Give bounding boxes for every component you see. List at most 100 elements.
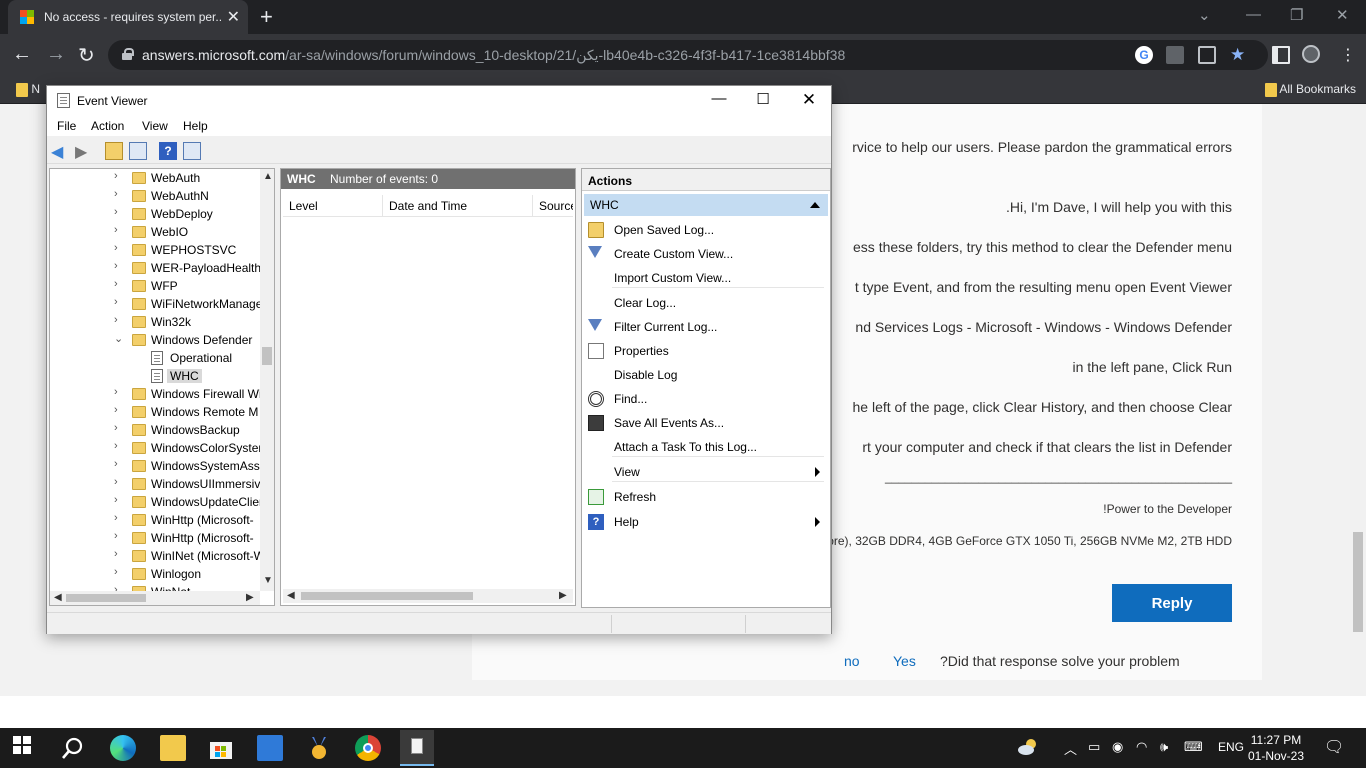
tab-search-icon[interactable]: ⌄	[1198, 6, 1211, 24]
helpful-yes-link[interactable]: Yes	[893, 653, 916, 669]
microsoft-store-icon[interactable]	[208, 735, 234, 761]
tree-item[interactable]: › WebAuth	[50, 169, 262, 187]
maximize-icon[interactable]: ☐	[743, 90, 783, 112]
tree-item[interactable]: Operational	[50, 349, 262, 367]
clock[interactable]: 11:27 PM 01-Nov-23	[1248, 732, 1304, 764]
google-icon[interactable]: G	[1135, 46, 1153, 64]
weather-icon[interactable]	[1016, 735, 1040, 759]
action-item[interactable]: Properties	[584, 340, 828, 362]
mail-icon[interactable]	[257, 735, 283, 761]
new-tab-button[interactable]: +	[260, 4, 273, 30]
volume-icon[interactable]: 🕪	[1160, 739, 1168, 755]
tree-horizontal-scrollbar[interactable]: ◀ ▶	[50, 591, 260, 605]
chevron-right-icon[interactable]: ›	[114, 422, 118, 434]
chevron-right-icon[interactable]: ›	[114, 494, 118, 506]
scrollbar-thumb[interactable]	[301, 592, 473, 600]
reload-button[interactable]: ↻	[78, 43, 95, 68]
action-item[interactable]: View	[584, 461, 828, 483]
chevron-right-icon[interactable]: ›	[114, 548, 118, 560]
file-explorer-icon[interactable]	[160, 735, 186, 761]
up-folder-icon[interactable]	[105, 142, 123, 160]
forward-arrow-icon[interactable]: ▶	[75, 142, 93, 161]
scrollbar-thumb[interactable]	[1353, 532, 1363, 632]
tree-item[interactable]: › WEPHOSTSVC	[50, 241, 262, 259]
chevron-right-icon[interactable]: ›	[114, 440, 118, 452]
tree-item[interactable]: › WinINet (Microsoft-W	[50, 547, 262, 565]
close-window-icon[interactable]: ✕	[1336, 6, 1349, 24]
translate-icon[interactable]	[1166, 46, 1184, 64]
menu-view[interactable]: View	[142, 119, 168, 133]
address-bar[interactable]: answers.microsoft.com/ar-sa/windows/foru…	[108, 40, 1268, 70]
tree-item[interactable]: › WER-PayloadHealth	[50, 259, 262, 277]
chrome-icon[interactable]	[355, 735, 381, 761]
chevron-right-icon[interactable]: ›	[114, 296, 118, 308]
tree-item[interactable]: ⌄ Windows Defender	[50, 331, 262, 349]
action-item[interactable]: Attach a Task To this Log...	[584, 436, 828, 458]
medal-app-icon[interactable]	[306, 735, 332, 761]
action-item[interactable]: Save All Events As...	[584, 412, 828, 434]
show-hide-tree-icon[interactable]	[129, 142, 147, 160]
tree-item[interactable]: › WinHttp (Microsoft-	[50, 529, 262, 547]
tree-item[interactable]: › WebIO	[50, 223, 262, 241]
keyboard-icon[interactable]: ⌨	[1184, 739, 1203, 755]
minimize-icon[interactable]: —	[1246, 6, 1261, 23]
tree-item[interactable]: › Win32k	[50, 313, 262, 331]
events-horizontal-scrollbar[interactable]: ◀ ▶	[283, 589, 573, 603]
action-item[interactable]: Create Custom View...	[584, 243, 828, 265]
tree-vertical-scrollbar[interactable]: ▲ ▼	[260, 169, 274, 591]
minimize-icon[interactable]: —	[699, 90, 739, 112]
column-source[interactable]: Source	[533, 195, 573, 217]
action-item[interactable]: Clear Log...	[584, 292, 828, 314]
tree-item[interactable]: › WindowsSystemAssessment	[50, 457, 262, 475]
bookmark-star-icon[interactable]: ★	[1230, 46, 1248, 64]
event-viewer-taskbar-icon[interactable]	[400, 730, 434, 766]
chevron-right-icon[interactable]: ›	[114, 476, 118, 488]
close-icon[interactable]: ✕	[789, 90, 829, 112]
menu-action[interactable]: Action	[91, 119, 124, 133]
notifications-icon[interactable]: 🗨	[1324, 737, 1344, 757]
chevron-right-icon[interactable]: ›	[114, 188, 118, 200]
edge-browser-icon[interactable]	[110, 735, 136, 761]
tree-item[interactable]: › WindowsBackup	[50, 421, 262, 439]
action-item[interactable]: ? Help	[584, 511, 828, 533]
tree-item[interactable]: › WFP	[50, 277, 262, 295]
column-level[interactable]: Level	[283, 195, 383, 217]
tree-item[interactable]: › WebDeploy	[50, 205, 262, 223]
search-icon[interactable]	[60, 735, 86, 761]
wifi-icon[interactable]: ◠	[1136, 739, 1147, 755]
tree-item[interactable]: › WindowsColorSystem	[50, 439, 262, 457]
tree-item[interactable]: › WindowsUpdateClient	[50, 493, 262, 511]
input-language[interactable]: ENG	[1218, 740, 1244, 754]
back-arrow-icon[interactable]: ◀	[51, 142, 69, 161]
tree-item[interactable]: › WinHttp (Microsoft-	[50, 511, 262, 529]
scrollbar-thumb[interactable]	[262, 347, 272, 365]
page-scrollbar[interactable]	[1350, 104, 1366, 728]
chevron-right-icon[interactable]: ›	[114, 260, 118, 272]
reply-button[interactable]: Reply	[1112, 584, 1232, 622]
restore-icon[interactable]: ❐	[1290, 6, 1303, 24]
chevron-right-icon[interactable]: ›	[114, 206, 118, 218]
back-button[interactable]: ←	[12, 43, 32, 66]
action-item[interactable]: Disable Log	[584, 364, 828, 386]
action-item[interactable]: Open Saved Log...	[584, 219, 828, 241]
action-item[interactable]: Refresh	[584, 486, 828, 508]
menu-dots-icon[interactable]: ⋮	[1340, 45, 1356, 65]
actions-section-whc[interactable]: WHC	[584, 194, 828, 216]
tree-item[interactable]: › WebAuthN	[50, 187, 262, 205]
share-icon[interactable]	[1198, 46, 1216, 64]
chevron-right-icon[interactable]: ›	[114, 404, 118, 416]
chevron-right-icon[interactable]: ›	[114, 530, 118, 542]
browser-tab[interactable]: No access - requires system per... ✕	[8, 0, 248, 34]
column-date-time[interactable]: Date and Time	[383, 195, 533, 217]
forward-button[interactable]: →	[46, 43, 66, 66]
action-item[interactable]: Import Custom View...	[584, 267, 828, 289]
tree-item[interactable]: › Windows Firewall With	[50, 385, 262, 403]
all-bookmarks-button[interactable]: All Bookmarks	[1264, 82, 1356, 97]
tree-item[interactable]: › WiFiNetworkManager	[50, 295, 262, 313]
chevron-right-icon[interactable]: ›	[114, 386, 118, 398]
action-item[interactable]: Filter Current Log...	[584, 316, 828, 338]
scrollbar-thumb[interactable]	[66, 594, 146, 602]
chevron-right-icon[interactable]: ›	[114, 278, 118, 290]
tree-item[interactable]: › Windows Remote M	[50, 403, 262, 421]
chevron-right-icon[interactable]: ›	[114, 224, 118, 236]
